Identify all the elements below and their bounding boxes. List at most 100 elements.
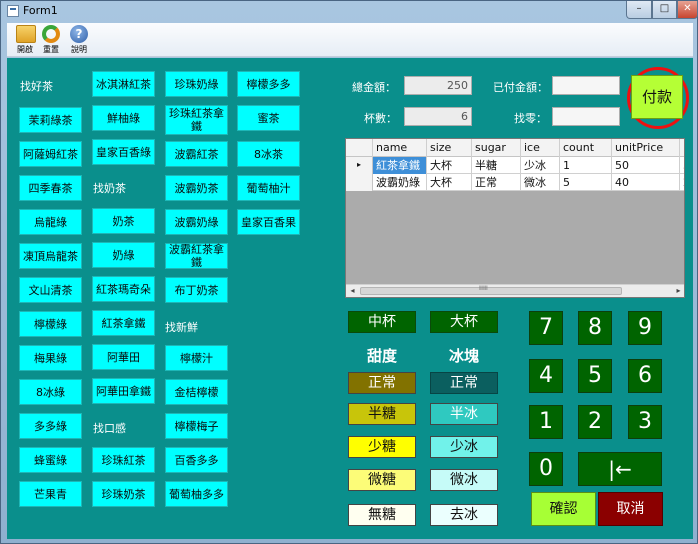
drink-button[interactable]: 8冰茶 xyxy=(237,141,300,167)
column-header[interactable]: sugar xyxy=(472,139,521,157)
drink-button[interactable]: 阿薩姆紅茶 xyxy=(19,141,82,167)
drink-button[interactable]: 阿華田拿鐵 xyxy=(92,378,155,404)
order-grid[interactable]: name size sugar ice count unitPrice ▸ 紅茶… xyxy=(345,138,685,298)
key-6[interactable]: 6 xyxy=(628,359,662,393)
drink-button[interactable]: 皇家百香綠 xyxy=(92,139,155,165)
drink-button[interactable]: 皇家百香果 xyxy=(237,209,300,235)
drink-button[interactable]: 紅茶拿鐵 xyxy=(92,310,155,336)
drink-button[interactable]: 波霸奶茶 xyxy=(165,175,228,201)
key-7[interactable]: 7 xyxy=(529,311,563,345)
paid-field[interactable] xyxy=(552,76,620,95)
horizontal-scrollbar[interactable]: ◂ ⅡⅡⅡ ▸ xyxy=(346,284,684,297)
drink-button[interactable]: 檸檬梅子 xyxy=(165,413,228,439)
table-cell[interactable]: 5 xyxy=(680,157,684,174)
scroll-left-icon[interactable]: ◂ xyxy=(346,285,359,297)
table-cell[interactable]: 40 xyxy=(612,174,680,191)
drink-button[interactable]: 葡萄柚多多 xyxy=(165,481,228,507)
drink-button[interactable]: 冰淇淋紅茶 xyxy=(92,71,155,97)
minimize-button[interactable]: – xyxy=(626,1,652,19)
ice-none-button[interactable]: 去冰 xyxy=(430,504,498,526)
scroll-right-icon[interactable]: ▸ xyxy=(672,285,684,297)
reset-button[interactable]: 重置 xyxy=(37,24,65,56)
key-1[interactable]: 1 xyxy=(529,405,563,439)
key-5[interactable]: 5 xyxy=(578,359,612,393)
key-9[interactable]: 9 xyxy=(628,311,662,345)
ice-half-button[interactable]: 半冰 xyxy=(430,403,498,425)
drink-button[interactable]: 珍珠紅茶 xyxy=(92,447,155,473)
drink-button[interactable]: 葡萄柚汁 xyxy=(237,175,300,201)
table-row[interactable]: ▸ 紅茶拿鐵 大杯 半糖 少冰 1 50 5 xyxy=(346,157,684,174)
drink-button[interactable]: 紅茶瑪奇朵 xyxy=(92,276,155,302)
cups-field[interactable]: 6 xyxy=(404,107,472,126)
drink-button[interactable]: 金桔檸檬 xyxy=(165,379,228,405)
drink-button[interactable]: 凍頂烏龍茶 xyxy=(19,243,82,269)
drink-button[interactable]: 蜂蜜綠 xyxy=(19,447,82,473)
backspace-button[interactable]: |← xyxy=(578,452,662,486)
sugar-normal-button[interactable]: 正常 xyxy=(348,372,416,394)
drink-button[interactable]: 烏龍綠 xyxy=(19,209,82,235)
table-cell[interactable]: 50 xyxy=(612,157,680,174)
confirm-button[interactable]: 確認 xyxy=(531,492,596,526)
sugar-none-button[interactable]: 無糖 xyxy=(348,504,416,526)
maximize-button[interactable]: □ xyxy=(652,1,677,19)
table-cell[interactable]: 大杯 xyxy=(427,157,472,174)
table-row[interactable]: 波霸奶綠 大杯 正常 微冰 5 40 2 xyxy=(346,174,684,191)
size-large-button[interactable]: 大杯 xyxy=(430,311,498,333)
drink-button[interactable]: 百香多多 xyxy=(165,447,228,473)
drink-button[interactable]: 布丁奶茶 xyxy=(165,277,228,303)
table-cell[interactable]: 2 xyxy=(680,174,684,191)
table-cell[interactable]: 微冰 xyxy=(521,174,560,191)
total-field[interactable]: 250 xyxy=(404,76,472,95)
scroll-thumb[interactable]: ⅡⅡⅡ xyxy=(360,285,622,295)
ice-light-button[interactable]: 微冰 xyxy=(430,469,498,491)
drink-button[interactable]: 檸檬汁 xyxy=(165,345,228,371)
key-3[interactable]: 3 xyxy=(628,405,662,439)
drink-button[interactable]: 波霸奶綠 xyxy=(165,209,228,235)
drink-button[interactable]: 多多綠 xyxy=(19,413,82,439)
table-cell[interactable]: 1 xyxy=(560,157,612,174)
ice-less-button[interactable]: 少冰 xyxy=(430,436,498,458)
drink-button[interactable]: 檸檬綠 xyxy=(19,311,82,337)
sugar-half-button[interactable]: 半糖 xyxy=(348,403,416,425)
drink-button[interactable]: 奶綠 xyxy=(92,242,155,268)
drink-button[interactable]: 蜜茶 xyxy=(237,105,300,131)
drink-button[interactable]: 茉莉綠茶 xyxy=(19,107,82,133)
change-field[interactable] xyxy=(552,107,620,126)
drink-button[interactable]: 珍珠奶綠 xyxy=(165,71,228,97)
ice-normal-button[interactable]: 正常 xyxy=(430,372,498,394)
drink-button[interactable]: 波霸紅茶拿鐵 xyxy=(165,243,228,269)
column-header[interactable]: name xyxy=(373,139,427,157)
column-header[interactable]: ice xyxy=(521,139,560,157)
table-cell[interactable]: 大杯 xyxy=(427,174,472,191)
table-cell[interactable]: 5 xyxy=(560,174,612,191)
drink-button[interactable]: 鮮柚綠 xyxy=(92,105,155,131)
table-cell[interactable]: 紅茶拿鐵 xyxy=(373,157,427,174)
drink-button[interactable]: 文山清茶 xyxy=(19,277,82,303)
key-8[interactable]: 8 xyxy=(578,311,612,345)
table-cell[interactable]: 正常 xyxy=(472,174,521,191)
help-button[interactable]: ? 說明 xyxy=(65,24,93,56)
sugar-light-button[interactable]: 微糖 xyxy=(348,469,416,491)
drink-button[interactable]: 梅果綠 xyxy=(19,345,82,371)
drink-button[interactable]: 波霸紅茶 xyxy=(165,141,228,167)
drink-button[interactable]: 珍珠紅茶拿鐵 xyxy=(165,105,228,135)
column-header[interactable]: count xyxy=(560,139,612,157)
drink-button[interactable]: 檸檬多多 xyxy=(237,71,300,97)
column-header[interactable]: unitPrice xyxy=(612,139,680,157)
key-4[interactable]: 4 xyxy=(529,359,563,393)
sugar-less-button[interactable]: 少糖 xyxy=(348,436,416,458)
close-button[interactable]: ✕ xyxy=(677,1,698,19)
pay-button[interactable]: 付款 xyxy=(631,75,683,119)
column-header[interactable]: size xyxy=(427,139,472,157)
drink-button[interactable]: 芒果青 xyxy=(19,481,82,507)
table-cell[interactable]: 少冰 xyxy=(521,157,560,174)
cancel-button[interactable]: 取消 xyxy=(598,492,663,526)
key-0[interactable]: 0 xyxy=(529,452,563,486)
key-2[interactable]: 2 xyxy=(578,405,612,439)
table-cell[interactable]: 波霸奶綠 xyxy=(373,174,427,191)
drink-button[interactable]: 奶茶 xyxy=(92,208,155,234)
drink-button[interactable]: 8冰綠 xyxy=(19,379,82,405)
table-cell[interactable]: 半糖 xyxy=(472,157,521,174)
open-button[interactable]: 開啟 xyxy=(11,24,39,56)
drink-button[interactable]: 珍珠奶茶 xyxy=(92,481,155,507)
